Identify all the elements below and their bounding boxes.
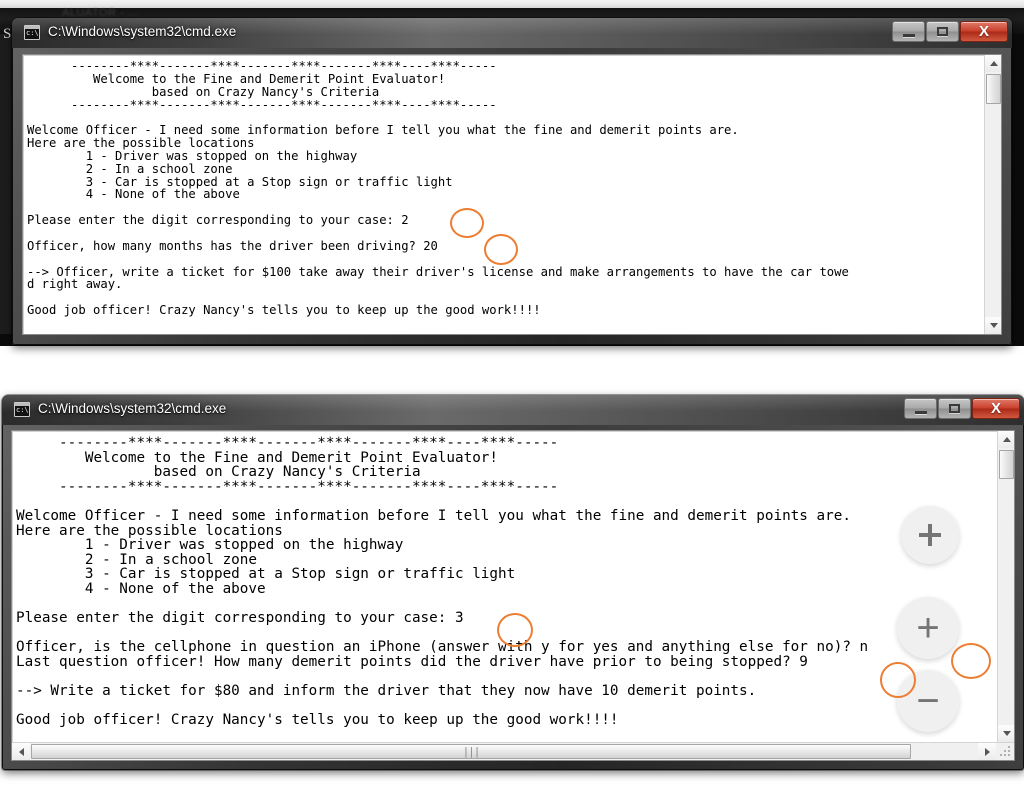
cmd-window-top[interactable]: c:\ C:\Windows\system32\cmd.exe X ------…	[12, 18, 1012, 345]
chevron-down-icon	[989, 323, 998, 328]
close-icon: X	[978, 23, 989, 40]
scroll-right-button[interactable]	[978, 743, 996, 760]
scroll-up-button[interactable]	[985, 55, 1001, 72]
close-button[interactable]: X	[972, 398, 1020, 419]
cmd-icon: c:\	[24, 25, 40, 40]
fit-to-screen-icon	[919, 524, 941, 546]
chevron-down-icon	[1002, 731, 1011, 736]
window-controls-bottom: X	[904, 398, 1020, 419]
console-text-top: --------****-------****-------****------…	[27, 59, 849, 318]
minimize-button[interactable]	[904, 398, 937, 419]
console-output-top[interactable]: --------****-------****-------****------…	[22, 54, 1002, 335]
chevron-left-icon	[18, 747, 24, 756]
window-title: C:\Windows\system32\cmd.exe	[48, 24, 237, 39]
zoom-out-button[interactable]: −	[897, 670, 959, 732]
vertical-scroll-thumb[interactable]	[986, 74, 1001, 104]
vertical-scrollbar-bottom[interactable]	[997, 431, 1014, 742]
maximize-icon	[937, 27, 948, 36]
scroll-left-button[interactable]	[12, 743, 30, 760]
chevron-up-icon	[1002, 437, 1011, 442]
desktop-top-strip	[0, 0, 1024, 8]
plus-icon: +	[916, 606, 940, 650]
horizontal-scroll-thumb[interactable]: |||	[31, 744, 911, 759]
scroll-down-button[interactable]	[998, 725, 1014, 742]
minimize-icon	[902, 33, 915, 37]
maximize-icon	[949, 404, 960, 413]
close-icon: X	[990, 400, 1001, 417]
titlebar-top[interactable]: c:\ C:\Windows\system32\cmd.exe X	[12, 18, 1012, 48]
cmd-icon-prompt: c:\	[16, 406, 29, 414]
scroll-up-button[interactable]	[998, 431, 1014, 448]
console-text-bottom: --------****-------****-------****------…	[16, 435, 869, 729]
zoom-in-button[interactable]: +	[897, 597, 959, 659]
window-title: C:\Windows\system32\cmd.exe	[38, 401, 227, 416]
titlebar-bottom[interactable]: c:\ C:\Windows\system32\cmd.exe X	[2, 395, 1024, 425]
horizontal-scrollbar-bottom[interactable]: |||	[12, 742, 1014, 760]
maximize-button[interactable]	[926, 21, 959, 42]
scroll-down-button[interactable]	[985, 317, 1001, 334]
chevron-up-icon	[989, 61, 998, 66]
chevron-right-icon	[984, 747, 990, 756]
vertical-scrollbar-top[interactable]	[984, 55, 1001, 334]
console-output-bottom[interactable]: --------****-------****-------****------…	[11, 430, 1015, 761]
minimize-button[interactable]	[892, 21, 925, 42]
window-controls-top: X	[892, 21, 1008, 42]
window-resize-grip[interactable]	[998, 744, 1013, 759]
vertical-scroll-thumb[interactable]	[999, 450, 1014, 479]
maximize-button[interactable]	[938, 398, 971, 419]
background-window-letter: S	[3, 26, 12, 42]
cmd-window-bottom[interactable]: c:\ C:\Windows\system32\cmd.exe X ------…	[2, 395, 1024, 770]
cmd-icon-prompt: c:\	[26, 29, 39, 37]
minimize-icon	[914, 410, 927, 414]
minus-icon: −	[916, 679, 940, 723]
fit-to-screen-button[interactable]	[901, 506, 959, 564]
cmd-icon: c:\	[14, 402, 30, 417]
scroll-thumb-grip: |||	[462, 745, 481, 758]
close-button[interactable]: X	[960, 21, 1008, 42]
